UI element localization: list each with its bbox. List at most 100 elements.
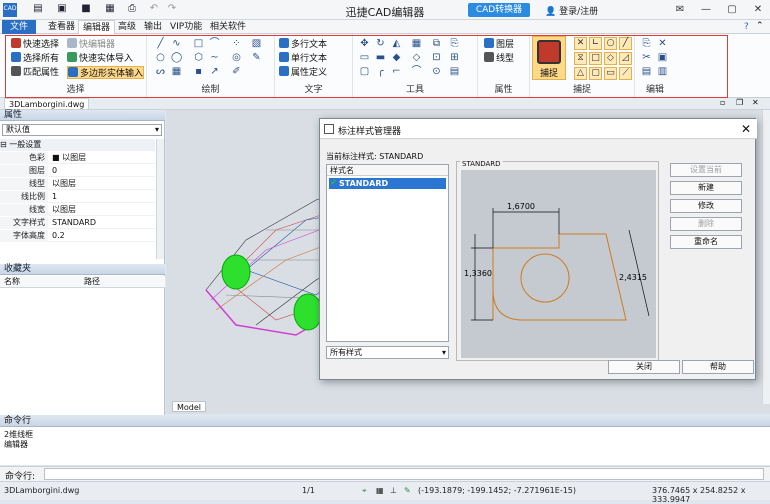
- menu-vip[interactable]: VIP功能: [166, 20, 206, 34]
- ray-icon[interactable]: ↗: [209, 66, 220, 77]
- snap-quadrant-icon[interactable]: ◇: [604, 52, 617, 65]
- snap-button[interactable]: 捕捉: [532, 36, 566, 80]
- snap-tangent-icon[interactable]: ╱: [619, 37, 632, 50]
- quick-select-button[interactable]: 快速选择: [11, 38, 59, 51]
- paste-special-icon[interactable]: ▥: [657, 66, 668, 77]
- quick-editor-button[interactable]: 快编辑器: [67, 38, 115, 51]
- default-value-select[interactable]: 默认值 ▾: [2, 124, 162, 136]
- polyline-icon[interactable]: ∿: [171, 38, 182, 49]
- edit-pen-icon[interactable]: ✐: [231, 66, 242, 77]
- prop-row[interactable]: 字体高度 0.2: [0, 230, 155, 242]
- menu-editor[interactable]: 编辑器: [78, 20, 116, 34]
- help-button[interactable]: 帮助: [682, 360, 754, 374]
- cad-converter-button[interactable]: CAD转换器: [468, 3, 530, 17]
- model-tab[interactable]: Model: [172, 401, 207, 412]
- menu-related[interactable]: 相关软件: [206, 20, 250, 34]
- circle-icon[interactable]: ○: [155, 52, 166, 63]
- drawing-vscrollbar[interactable]: [762, 110, 770, 404]
- general-settings-header[interactable]: ⊟ 一般设置: [0, 139, 155, 151]
- snap-node-icon[interactable]: □: [589, 52, 602, 65]
- move-icon[interactable]: ✥: [359, 38, 370, 49]
- fav-col-name[interactable]: 名称: [4, 276, 20, 288]
- doc-minimize-icon[interactable]: ▫: [720, 98, 725, 107]
- copy-icon[interactable]: ⎘: [641, 38, 652, 49]
- offset-icon[interactable]: ⧉: [431, 38, 442, 49]
- menu-output[interactable]: 输出: [140, 20, 166, 34]
- rename-button[interactable]: 重命名: [670, 235, 742, 249]
- prop-row[interactable]: 图层 0: [0, 165, 155, 177]
- delete-icon[interactable]: ✕: [657, 38, 668, 49]
- scale-icon[interactable]: ▭: [359, 52, 370, 63]
- prop-row[interactable]: 线型 以图层: [0, 178, 155, 190]
- style-list[interactable]: 样式名 ✔ STANDARD: [326, 164, 449, 342]
- chamfer-icon[interactable]: ⌐: [391, 66, 402, 77]
- ortho-toggle-icon[interactable]: ⊥: [390, 486, 397, 495]
- snap-toggle-icon[interactable]: ⌖: [362, 486, 367, 496]
- point-icon[interactable]: ⁘: [231, 38, 242, 49]
- polygon-entity-input-button[interactable]: 多边形实体输入: [67, 66, 145, 79]
- fillet-icon[interactable]: ╭: [375, 66, 386, 77]
- snap-nearest-icon[interactable]: ◿: [619, 52, 632, 65]
- clipboard-icon[interactable]: ▤: [641, 66, 652, 77]
- rectangle-icon[interactable]: □: [193, 38, 204, 49]
- quick-entity-import-button[interactable]: 快速实体导入: [67, 52, 133, 65]
- command-input[interactable]: [44, 468, 764, 480]
- explode-icon[interactable]: ▢: [359, 66, 370, 77]
- fav-col-path[interactable]: 路径: [84, 276, 100, 288]
- pen-icon[interactable]: ✎: [251, 52, 262, 63]
- close-button[interactable]: ✕: [750, 2, 766, 18]
- doc-restore-icon[interactable]: ❐: [736, 98, 743, 107]
- close-dialog-button[interactable]: 关闭: [608, 360, 680, 374]
- modify-button[interactable]: 修改: [670, 199, 742, 213]
- snap-intersection-icon[interactable]: ▢: [589, 67, 602, 80]
- prop-row[interactable]: 线比例 1: [0, 191, 155, 203]
- doc-close-icon[interactable]: ✕: [752, 98, 759, 107]
- snap-midpoint-icon[interactable]: ⧖: [574, 52, 587, 65]
- curve-icon[interactable]: ᔕ: [155, 66, 166, 77]
- match-props-button[interactable]: 匹配属性: [11, 66, 59, 79]
- attdef-button[interactable]: 属性定义: [279, 66, 327, 79]
- arc-icon[interactable]: ⌒: [209, 38, 220, 49]
- style-list-item[interactable]: ✔ STANDARD: [329, 178, 446, 189]
- prop-row[interactable]: 线宽 以图层: [0, 204, 155, 216]
- menu-advanced[interactable]: 高级: [114, 20, 140, 34]
- break-icon[interactable]: ⊡: [431, 52, 442, 63]
- layer-button[interactable]: 图层: [484, 38, 514, 51]
- polygon-draw-icon[interactable]: ⬡: [193, 52, 204, 63]
- select-all-button[interactable]: 选择所有: [11, 52, 59, 65]
- block-icon[interactable]: ▦: [171, 66, 182, 77]
- help-icon[interactable]: ?: [744, 22, 749, 32]
- snap-perpendicular-icon[interactable]: ∟: [589, 37, 602, 50]
- join-icon[interactable]: ⊞: [449, 52, 460, 63]
- mirror-icon[interactable]: ◭: [391, 38, 402, 49]
- cut-icon[interactable]: ✂: [641, 52, 652, 63]
- donut-icon[interactable]: ◎: [231, 52, 242, 63]
- dialog-close-icon[interactable]: ✕: [741, 122, 751, 136]
- document-tab[interactable]: 3DLamborgini.dwg: [4, 98, 90, 110]
- mtext-button[interactable]: 多行文本: [279, 38, 327, 51]
- grid-toggle-icon[interactable]: ▦: [376, 486, 384, 495]
- delete-button[interactable]: 删除: [670, 217, 742, 231]
- solid-icon[interactable]: ▪: [193, 66, 204, 77]
- collapse-ribbon-icon[interactable]: ⌃: [756, 21, 764, 31]
- spline-icon[interactable]: ∼: [209, 52, 220, 63]
- rotate-icon[interactable]: ↻: [375, 38, 386, 49]
- set-current-button[interactable]: 设置当前: [670, 163, 742, 177]
- line-icon[interactable]: ╱: [155, 38, 166, 49]
- properties-scrollbar[interactable]: [156, 139, 164, 259]
- edit-toggle-icon[interactable]: ✎: [404, 486, 411, 495]
- hatch-icon[interactable]: ▧: [251, 38, 262, 49]
- copy-tool-icon[interactable]: ⎘: [449, 38, 460, 49]
- maximize-button[interactable]: ▢: [724, 2, 740, 18]
- paste-icon[interactable]: ▣: [657, 52, 668, 63]
- login-link[interactable]: 👤 登录/注册: [545, 4, 598, 17]
- snap-parallel-icon[interactable]: ▭: [604, 67, 617, 80]
- snap-extension-icon[interactable]: ⟋: [619, 67, 632, 80]
- arc-tool-icon[interactable]: ⌒: [411, 66, 422, 77]
- prop-row[interactable]: 文字样式 STANDARD: [0, 217, 155, 229]
- new-button[interactable]: 新建: [670, 181, 742, 195]
- snap-endpoint-icon[interactable]: ✕: [574, 37, 587, 50]
- snap-center-icon[interactable]: ○: [604, 37, 617, 50]
- extend-icon[interactable]: ◇: [411, 52, 422, 63]
- stretch-icon[interactable]: ▬: [375, 52, 386, 63]
